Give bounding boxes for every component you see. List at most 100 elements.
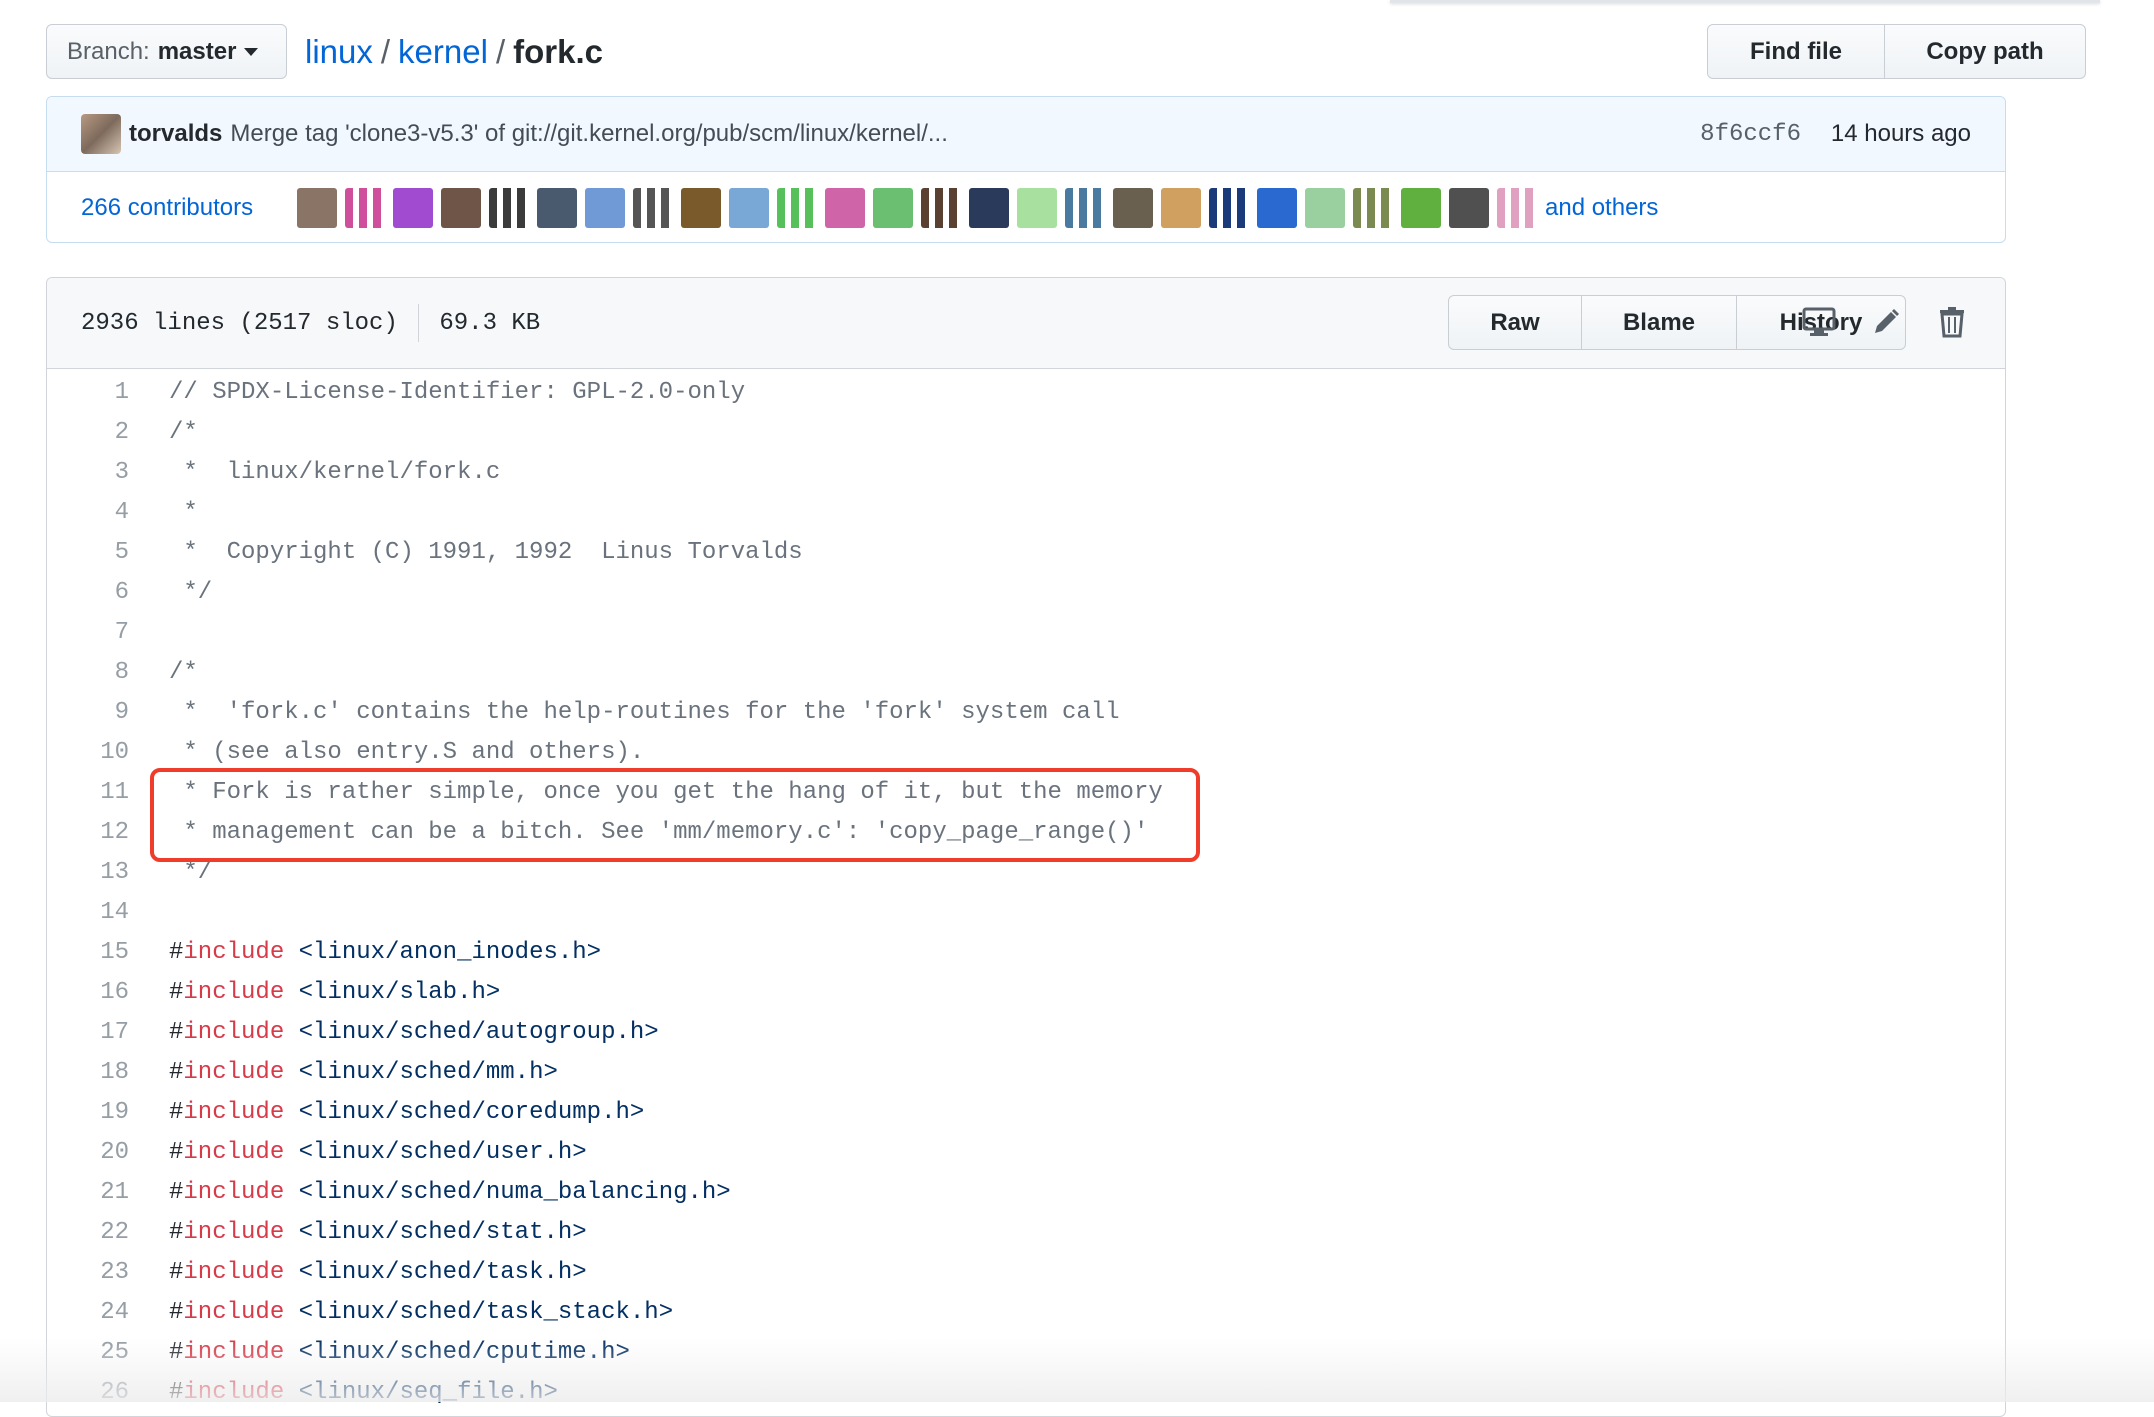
breadcrumb: linux / kernel / fork.c [305,30,603,74]
line-number[interactable]: 1 [47,379,169,406]
code-line-text: /* [169,418,198,446]
breadcrumb-repo-link[interactable]: linux [305,33,373,70]
code-line-text: #include <linux/sched/coredump.h> [169,1099,644,1126]
code-line: 22 #include <linux/sched/stat.h> [47,1212,2005,1252]
line-number[interactable]: 15 [47,939,169,966]
contributor-avatar[interactable] [1017,187,1057,228]
line-number[interactable]: 12 [47,819,169,846]
line-number[interactable]: 18 [47,1059,169,1086]
file-navigation-buttons: Find file Copy path [1707,24,2086,79]
contributor-avatar[interactable] [729,187,769,228]
raw-button[interactable]: Raw [1449,296,1581,349]
line-number[interactable]: 11 [47,779,169,806]
code-line-text: */ [169,858,213,886]
line-number[interactable]: 20 [47,1139,169,1166]
commit-author-link[interactable]: torvalds [129,120,222,148]
line-number[interactable]: 13 [47,859,169,886]
include-path: <linux/sched/autogroup.h> [284,1018,659,1046]
line-number[interactable]: 7 [47,619,169,646]
code-line: 17 #include <linux/sched/autogroup.h> [47,1012,2005,1052]
contributor-avatar[interactable] [1497,187,1537,228]
copy-path-button[interactable]: Copy path [1884,25,2085,78]
code-line: 2/* [47,412,2005,452]
contributor-avatar[interactable] [1449,187,1489,228]
code-line-text: #include <linux/sched/numa_balancing.h> [169,1179,731,1206]
contributor-avatar[interactable] [489,187,529,228]
contributor-avatar[interactable] [537,187,577,228]
line-number[interactable]: 21 [47,1179,169,1206]
contributor-avatar[interactable] [345,187,385,228]
branch-select-button[interactable]: Branch: master [46,24,287,79]
code-line: 16 #include <linux/slab.h> [47,972,2005,1012]
code-line: 12 * management can be a bitch. See 'mm/… [47,812,2005,852]
file-line-count: 2936 lines (2517 sloc) [81,309,398,337]
contributor-avatar[interactable] [297,187,337,228]
contributor-avatar[interactable] [585,187,625,228]
include-path: <linux/sched/coredump.h> [284,1098,645,1126]
breadcrumb-separator: / [380,33,391,70]
contributor-avatar[interactable] [777,187,817,228]
desktop-icon[interactable] [1797,300,1841,344]
branch-label: Branch: [67,37,150,65]
code-line: 3 * linux/kernel/fork.c [47,452,2005,492]
pencil-icon[interactable] [1864,300,1908,344]
avatar[interactable] [81,114,121,154]
code-line: 13 */ [47,852,2005,892]
contributor-avatar[interactable] [825,187,865,228]
line-number[interactable]: 22 [47,1219,169,1246]
code-line-text: #include <linux/sched/autogroup.h> [169,1019,659,1046]
contributor-avatar[interactable] [1257,187,1297,228]
commit-tease: torvalds Merge tag 'clone3-v5.3' of git:… [46,96,2006,243]
code-line-text: * Copyright (C) 1991, 1992 Linus Torvald… [169,538,803,566]
line-number[interactable]: 14 [47,899,169,926]
contributor-avatar[interactable] [1353,187,1393,228]
contributor-avatar[interactable] [633,187,673,228]
include-keyword: include [183,978,285,1006]
line-number[interactable]: 3 [47,459,169,486]
code-line-text: #include <linux/sched/user.h> [169,1139,587,1166]
contributor-avatar[interactable] [441,187,481,228]
line-number[interactable]: 19 [47,1099,169,1126]
line-number[interactable]: 23 [47,1259,169,1286]
line-number[interactable]: 4 [47,499,169,526]
line-number[interactable]: 10 [47,739,169,766]
preprocessor-hash: # [169,978,184,1006]
commit-sha-link[interactable]: 8f6ccf6 [1700,121,1801,148]
line-number[interactable]: 8 [47,659,169,686]
preprocessor-hash: # [169,1298,184,1326]
blame-button[interactable]: Blame [1581,296,1736,349]
code-line-text: // SPDX-License-Identifier: GPL-2.0-only [169,378,746,406]
contributor-avatar[interactable] [1065,187,1105,228]
contributor-avatar[interactable] [921,187,961,228]
line-number[interactable]: 5 [47,539,169,566]
contributor-avatar[interactable] [393,187,433,228]
breadcrumb-dir-link[interactable]: kernel [398,33,488,70]
contributors-count-link[interactable]: 266 contributors [81,194,289,222]
line-number[interactable]: 9 [47,699,169,726]
contributor-avatar[interactable] [1305,187,1345,228]
line-number[interactable]: 6 [47,579,169,606]
file-info-divider [417,304,420,342]
line-number[interactable]: 24 [47,1299,169,1326]
line-number[interactable]: 2 [47,419,169,446]
and-others-link[interactable]: and others [1545,194,1658,222]
contributor-avatar[interactable] [969,187,1009,228]
code-blob: 1// SPDX-License-Identifier: GPL-2.0-onl… [47,369,2005,1412]
include-path: <linux/sched/task_stack.h> [284,1298,674,1326]
contributor-avatar[interactable] [1161,187,1201,228]
trash-icon[interactable] [1930,300,1974,344]
contributor-avatar[interactable] [873,187,913,228]
include-path: <linux/sched/stat.h> [284,1218,587,1246]
code-line: 6 */ [47,572,2005,612]
code-line-text: * (see also entry.S and others). [169,738,645,766]
find-file-button[interactable]: Find file [1708,25,1884,78]
contributor-avatar[interactable] [1209,187,1249,228]
contributor-avatar[interactable] [1401,187,1441,228]
contributor-avatar[interactable] [1113,187,1153,228]
line-number[interactable]: 16 [47,979,169,1006]
line-number[interactable]: 17 [47,1019,169,1046]
include-path: <linux/sched/numa_balancing.h> [284,1178,731,1206]
commit-message-link[interactable]: Merge tag 'clone3-v5.3' of git://git.ker… [230,120,948,148]
contributor-avatar[interactable] [681,187,721,228]
file-header: 2936 lines (2517 sloc) 69.3 KB Raw Blame… [47,278,2005,369]
